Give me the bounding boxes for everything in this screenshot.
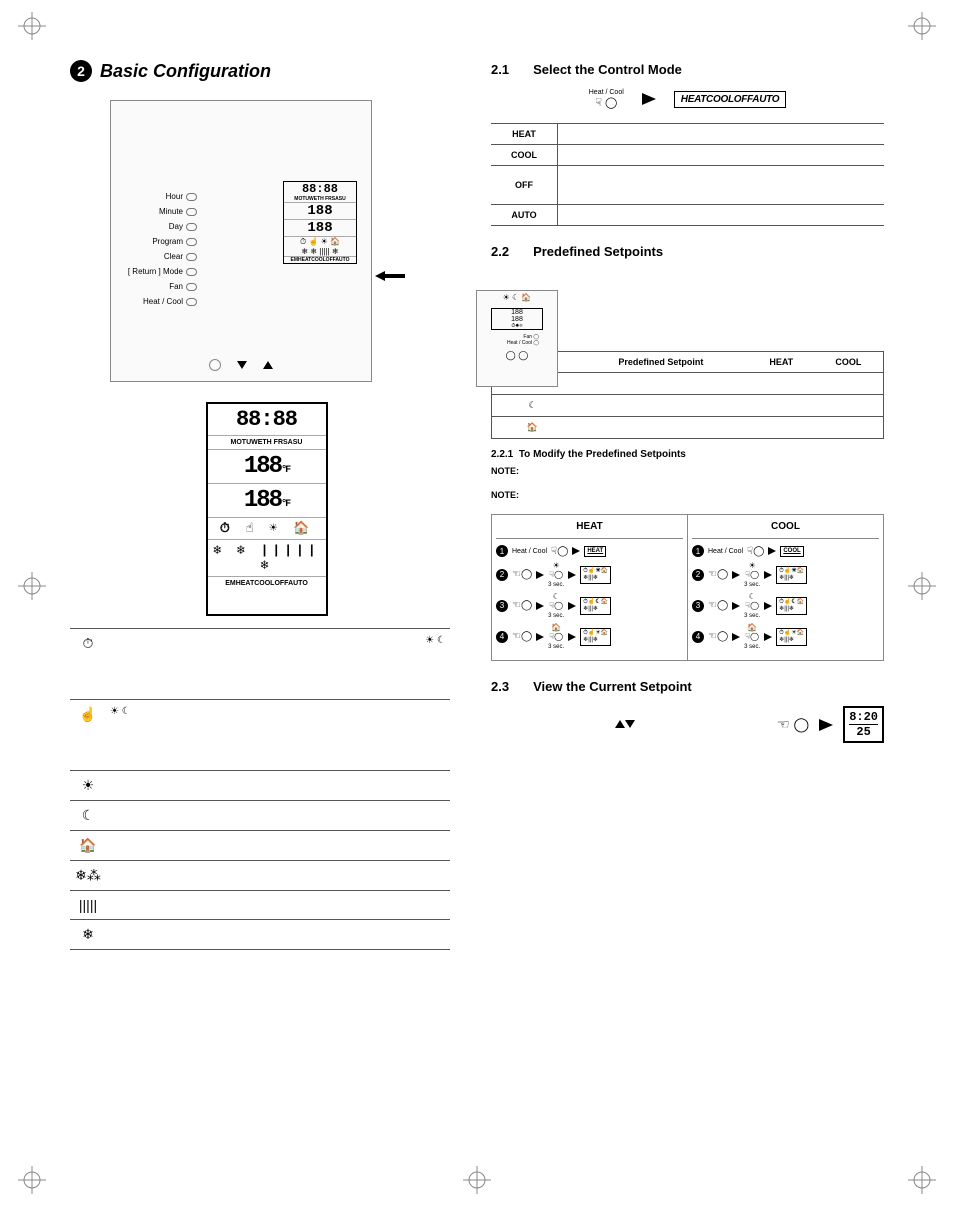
clock-icon: ⏱ [70, 629, 106, 700]
mode-lcd-bar: HEATCOOLOFFAUTO [674, 91, 786, 108]
fan-icon: ❄⁂ [70, 861, 106, 891]
heat-icon: ||||| [70, 891, 106, 920]
manual-icon: ☝ [70, 700, 106, 771]
view-setpoint-diagram: ☜ ◯ 8:20 25 [491, 706, 884, 743]
crop-mark [463, 1166, 491, 1194]
note-label: NOTE: [491, 466, 884, 476]
up-arrow-icon [263, 361, 273, 369]
crop-mark [18, 572, 46, 600]
note-label: NOTE: [491, 490, 884, 500]
mode-table: HEAT COOL OFF AUTO [491, 123, 884, 226]
down-arrow-icon [625, 720, 635, 728]
subsubsection-heading: 2.2.1 To Modify the Predefined Setpoints [491, 449, 884, 460]
crop-mark [18, 12, 46, 40]
away-icon: 🏠 [70, 831, 106, 861]
moon-icon: ☾ [492, 395, 574, 417]
subsection-heading: 2.1 Select the Control Mode [491, 62, 884, 77]
thermostat-diagram: Hour Minute Day Program Clear [ Return ]… [110, 100, 372, 382]
sun-icon: ☀ [70, 771, 106, 801]
symbol-legend-table: ⏱☀ ☾ ☝☀ ☾ ☀ ☾ 🏠 ❄⁂ ||||| ❄ [70, 628, 450, 950]
away-icon: 🏠 [492, 417, 574, 439]
crop-mark [908, 1166, 936, 1194]
procedure-diagram: HEAT 1Heat / Cool☟◯HEAT 2☜◯☀☟◯3 sec.⏱☝☀🏠… [491, 514, 884, 661]
lcd-readout: 8:20 25 [843, 706, 884, 743]
press-button-icon: ☟ ◯ [589, 96, 624, 109]
crop-mark [908, 572, 936, 600]
cool-icon: ❄ [70, 920, 106, 950]
thermostat-closed-diagram: ☀ ☾ 🏠 188 188 ⏱☀❄ Fan ◯Heat / Cool ◯ ◯ ◯ [476, 290, 558, 387]
arrow-icon [375, 271, 405, 284]
section-title: Basic Configuration [100, 61, 271, 82]
moon-icon: ☾ [70, 801, 106, 831]
thermostat-button-labels: Hour Minute Day Program Clear [ Return ]… [119, 189, 197, 309]
down-arrow-icon [237, 361, 247, 369]
subsection-heading: 2.3 View the Current Setpoint [491, 679, 884, 694]
subsection-heading: 2.2 Predefined Setpoints [491, 244, 884, 259]
crop-mark [18, 1166, 46, 1194]
arrow-right-icon [642, 93, 656, 105]
mode-select-diagram: Heat / Cool ☟ ◯ HEATCOOLOFFAUTO [491, 89, 884, 109]
section-number-badge: 2 [70, 60, 92, 82]
arrow-right-icon [819, 719, 833, 731]
lcd-enlarged-diagram: 88:88 MOTUWETH FRSASU 188°F 188°F ⏱ ☝ ☀ … [206, 402, 328, 616]
up-arrow-icon [615, 720, 625, 728]
crop-mark [908, 12, 936, 40]
section-heading: 2 Basic Configuration [70, 60, 463, 82]
press-button-icon: ☜ ◯ [777, 716, 809, 733]
button-icon [209, 359, 221, 371]
